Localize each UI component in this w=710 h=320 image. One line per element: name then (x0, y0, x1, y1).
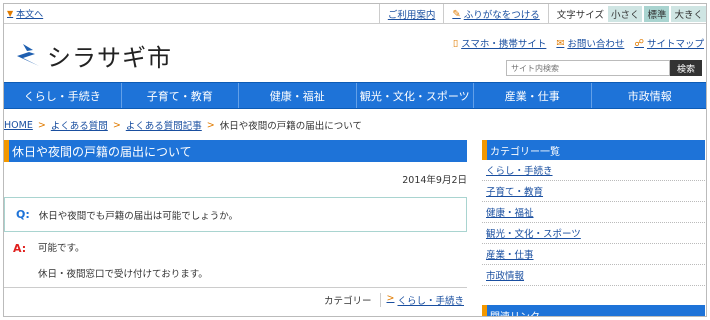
question-box: Q: 休日や夜間でも戸籍の届出は可能でしょうか。 (4, 197, 467, 232)
font-size-small-button[interactable]: 小さく (607, 6, 643, 22)
chevron-right-icon: > (386, 293, 395, 304)
category-link[interactable]: > くらし・手続き (381, 293, 467, 307)
list-item: 健康・福祉 (482, 202, 705, 223)
sidebar-category-link[interactable]: 子育て・教育 (486, 184, 543, 198)
pencil-icon: ✎ (452, 8, 461, 20)
breadcrumb-faq[interactable]: よくある質問 (51, 118, 108, 132)
list-item: 産業・仕事 (482, 244, 705, 265)
mobile-site-label: スマホ・携帯サイト (461, 39, 547, 50)
article-category: カテゴリー > くらし・手続き (4, 293, 467, 307)
page-title: 休日や夜間の戸籍の届出について (4, 140, 467, 162)
font-size-large-button[interactable]: 大きく (671, 6, 706, 22)
breadcrumb-home[interactable]: HOME (4, 120, 33, 131)
site-logo[interactable]: シラサギ市 (9, 38, 172, 73)
heron-logo-icon (11, 43, 39, 66)
logo-text: シラサギ市 (47, 44, 172, 72)
answer-text: 休日・夜間窓口で受け付けております。 (38, 269, 208, 280)
skip-to-content-link[interactable]: ▼ 本文へ (7, 7, 43, 20)
breadcrumb-separator-icon: > (112, 119, 121, 131)
nav-item-government[interactable]: 市政情報 (590, 83, 707, 108)
answer-text: 可能です。 (38, 243, 85, 254)
page: ▼ 本文へ ご利用案内 ✎ ふりがなをつける 文字サイズ 小さく 標準 大きく … (3, 3, 707, 317)
skip-label: 本文へ (16, 10, 44, 20)
mobile-site-link[interactable]: ▯ スマホ・携帯サイト (452, 36, 547, 51)
sitemap-link[interactable]: ☍ サイトマップ (634, 36, 704, 51)
header-links: ▯ スマホ・携帯サイト ✉ お問い合わせ ☍ サイトマップ (452, 36, 704, 51)
chevron-down-icon: ▼ (7, 9, 14, 18)
global-nav: くらし・手続き 子育て・教育 健康・福祉 観光・文化・スポーツ 産業・仕事 市政… (4, 82, 707, 109)
question-tag: Q: (16, 208, 30, 221)
nav-item-tourism[interactable]: 観光・文化・スポーツ (355, 83, 474, 108)
answer-tag: A: (13, 242, 27, 255)
search-input[interactable] (506, 60, 670, 76)
nav-item-health[interactable]: 健康・福祉 (238, 83, 356, 108)
font-size-label: 文字サイズ (547, 4, 608, 24)
contact-link[interactable]: ✉ お問い合わせ (556, 36, 625, 51)
category-list: くらし・手続き 子育て・教育 健康・福祉 観光・文化・スポーツ 産業・仕事 市政… (482, 160, 705, 286)
site-search: 検索 (506, 60, 702, 76)
category-list-title: カテゴリー一覧 (482, 140, 705, 160)
contact-label: お問い合わせ (567, 39, 625, 50)
furigana-link[interactable]: ✎ ふりがなをつける (443, 4, 547, 24)
nav-item-industry[interactable]: 産業・仕事 (473, 83, 591, 108)
sitemap-icon: ☍ (634, 37, 644, 49)
list-item: くらし・手続き (482, 160, 705, 181)
mail-icon: ✉ (556, 37, 565, 49)
list-item: 観光・文化・スポーツ (482, 223, 705, 244)
sidebar-category-link[interactable]: 観光・文化・スポーツ (486, 226, 581, 240)
sidebar-category-link[interactable]: くらし・手続き (486, 163, 553, 177)
nav-item-living[interactable]: くらし・手続き (4, 83, 121, 108)
sitemap-label: サイトマップ (646, 39, 704, 50)
breadcrumb-separator-icon: > (206, 119, 215, 131)
search-button[interactable]: 検索 (670, 60, 702, 76)
list-item: 市政情報 (482, 265, 705, 286)
font-size-standard-button[interactable]: 標準 (644, 6, 670, 22)
related-links-title: 関連リンク (482, 305, 705, 316)
guide-label: ご利用案内 (387, 10, 436, 21)
sidebar: カテゴリー一覧 くらし・手続き 子育て・教育 健康・福祉 観光・文化・スポーツ … (482, 140, 705, 316)
utility-bar: ▼ 本文へ ご利用案内 ✎ ふりがなをつける 文字サイズ 小さく 標準 大きく (4, 4, 706, 24)
category-label: カテゴリー (324, 293, 381, 307)
breadcrumb-faq-articles[interactable]: よくある質問記事 (126, 118, 202, 132)
sidebar-category-link[interactable]: 産業・仕事 (486, 247, 534, 261)
breadcrumb-separator-icon: > (37, 119, 46, 131)
mobile-icon: ▯ (452, 37, 459, 49)
breadcrumb: HOME > よくある質問 > よくある質問記事 > 休日や夜間の戸籍の届出につ… (4, 118, 362, 133)
divider (4, 287, 467, 288)
nav-item-childcare[interactable]: 子育て・教育 (120, 83, 239, 108)
furigana-label: ふりがなをつける (463, 10, 540, 21)
list-item: 子育て・教育 (482, 181, 705, 202)
publish-date: 2014年9月2日 (402, 175, 467, 186)
sidebar-category-link[interactable]: 健康・福祉 (486, 205, 534, 219)
breadcrumb-current: 休日や夜間の戸籍の届出について (219, 121, 362, 132)
question-text: 休日や夜間でも戸籍の届出は可能でしょうか。 (38, 210, 239, 222)
guide-link[interactable]: ご利用案内 (378, 4, 444, 24)
category-link-label: くらし・手続き (397, 296, 464, 307)
sidebar-category-link[interactable]: 市政情報 (486, 268, 524, 282)
